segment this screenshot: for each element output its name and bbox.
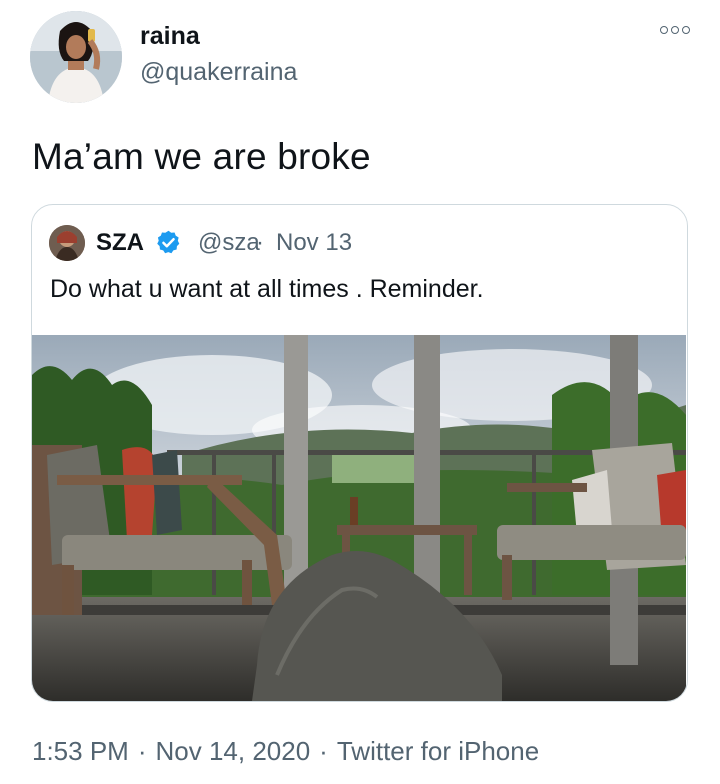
verified-badge-icon	[157, 230, 180, 254]
author-avatar[interactable]	[30, 11, 122, 103]
author-handle[interactable]: @quakerraina	[140, 58, 297, 87]
tweet-footer: 1:53 PM · Nov 14, 2020 · Twitter for iPh…	[32, 736, 539, 767]
quoted-avatar-photo	[49, 225, 85, 261]
quoted-author-handle: @sza	[198, 229, 260, 256]
quoted-author-name: SZA	[96, 229, 144, 256]
dot-icon	[660, 26, 668, 34]
tweet-time[interactable]: 1:53 PM	[32, 736, 129, 767]
avatar-photo	[30, 11, 122, 103]
tweet-source[interactable]: Twitter for iPhone	[337, 736, 539, 767]
separator-dot: ·	[256, 229, 264, 256]
more-options-icon[interactable]	[660, 26, 690, 34]
tweet-text: Ma’am we are broke	[32, 136, 371, 177]
dot-icon	[671, 26, 679, 34]
quoted-tweet-card[interactable]: SZA @sza · Nov 13 Do what u want at all …	[31, 204, 688, 702]
dot-icon	[682, 26, 690, 34]
quoted-author-avatar	[49, 225, 85, 261]
separator-dot: ·	[319, 736, 328, 766]
quoted-tweet-text: Do what u want at all times . Reminder.	[50, 275, 484, 303]
quoted-tweet-photo[interactable]	[32, 335, 686, 701]
quoted-tweet-date: Nov 13	[276, 229, 353, 256]
separator-dot: ·	[137, 736, 147, 766]
author-name[interactable]: raina	[140, 22, 200, 51]
tweet-date[interactable]: Nov 14, 2020	[156, 736, 311, 767]
